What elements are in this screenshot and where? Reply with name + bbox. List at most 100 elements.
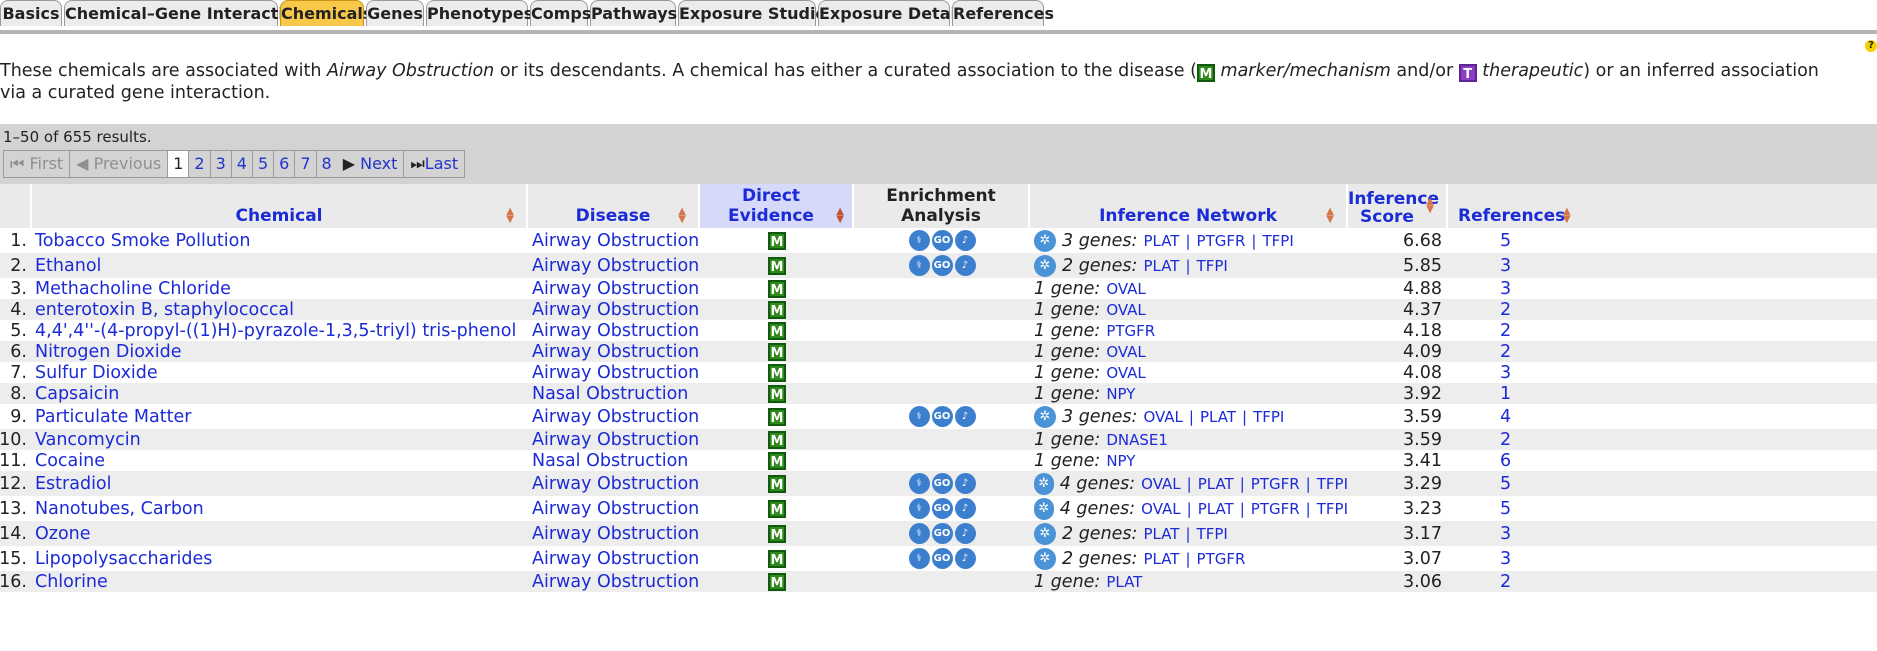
chemical-link[interactable]: Nanotubes, Carbon [35, 496, 525, 521]
page-4-button[interactable]: 4 [232, 151, 253, 177]
reference-count-link[interactable]: 2 [1500, 429, 1520, 450]
disease-link[interactable]: Airway Obstruction [532, 404, 700, 429]
network-icon[interactable]: ✲ [1034, 229, 1056, 252]
page-6-button[interactable]: 6 [274, 151, 296, 177]
gene-link[interactable]: TFPI [1262, 232, 1293, 250]
tab-exposure-studies[interactable]: Exposure Studies [678, 0, 836, 26]
gene-link[interactable]: DNASE1 [1106, 431, 1168, 449]
pathway-icon[interactable]: ♪ [954, 230, 976, 251]
pathway-icon[interactable]: ♪ [954, 498, 976, 519]
last-page-button[interactable]: ⏭Last [404, 151, 464, 177]
tab-chemicals[interactable]: Chemicals [280, 0, 372, 26]
inference-score-column-header[interactable]: Inference Score ▲ ▼ [1348, 184, 1448, 228]
gene-link[interactable]: PLAT [1143, 232, 1179, 250]
gene-link[interactable]: NPY [1106, 385, 1135, 403]
go-icon[interactable]: GO [931, 523, 953, 544]
references-column-header[interactable]: References ▲ ▼ [1448, 184, 1877, 228]
reference-count-link[interactable]: 2 [1500, 571, 1520, 592]
gene-link[interactable]: OVAL [1141, 475, 1180, 493]
chemical-link[interactable]: Cocaine [35, 450, 525, 471]
gene-link[interactable]: PTGFR [1251, 500, 1300, 518]
gene-link[interactable]: TFPI [1197, 525, 1228, 543]
reference-count-link[interactable]: 5 [1500, 496, 1520, 521]
chemical-link[interactable]: Particulate Matter [35, 404, 525, 429]
tab-phenotypes[interactable]: Phenotypes [426, 0, 533, 26]
reference-count-link[interactable]: 6 [1500, 450, 1520, 471]
reference-count-link[interactable]: 3 [1500, 362, 1520, 383]
gene-link[interactable]: TFPI [1197, 257, 1228, 275]
reference-count-link[interactable]: 3 [1500, 253, 1520, 278]
gene-link[interactable]: PLAT [1143, 525, 1179, 543]
tab-references[interactable]: References [952, 0, 1054, 26]
gene-link[interactable]: PTGFR [1251, 475, 1300, 493]
anatomy-icon[interactable]: ⚕ [908, 548, 930, 569]
chemical-link[interactable]: Estradiol [35, 471, 525, 496]
disease-link[interactable]: Airway Obstruction [532, 429, 700, 450]
gene-link[interactable]: TFPI [1317, 475, 1348, 493]
reference-count-link[interactable]: 3 [1500, 278, 1520, 299]
next-page-button[interactable]: ▶ Next [337, 151, 405, 177]
chemical-link[interactable]: Tobacco Smoke Pollution [35, 228, 525, 253]
reference-count-link[interactable]: 3 [1500, 521, 1520, 546]
network-icon[interactable]: ✲ [1034, 497, 1054, 520]
anatomy-icon[interactable]: ⚕ [908, 523, 930, 544]
disease-link[interactable]: Airway Obstruction [532, 521, 700, 546]
gene-link[interactable]: OVAL [1143, 408, 1182, 426]
reference-count-link[interactable]: 2 [1500, 299, 1520, 320]
help-icon[interactable]: ? [1865, 40, 1877, 52]
network-icon[interactable]: ✲ [1034, 547, 1056, 570]
tab-comps[interactable]: Comps [530, 0, 591, 26]
disease-link[interactable]: Airway Obstruction [532, 299, 700, 320]
network-icon[interactable]: ✲ [1034, 472, 1054, 495]
reference-count-link[interactable]: 2 [1500, 320, 1520, 341]
chemical-link[interactable]: Sulfur Dioxide [35, 362, 525, 383]
gene-link[interactable]: OVAL [1106, 364, 1145, 382]
gene-link[interactable]: NPY [1106, 452, 1135, 470]
gene-link[interactable]: PLAT [1106, 573, 1142, 591]
chemical-link[interactable]: Lipopolysaccharides [35, 546, 525, 571]
go-icon[interactable]: GO [931, 255, 953, 276]
first-page-button[interactable]: ⏮ First [4, 151, 71, 177]
gene-link[interactable]: PTGFR [1197, 232, 1246, 250]
reference-count-link[interactable]: 2 [1500, 341, 1520, 362]
gene-link[interactable]: PLAT [1143, 550, 1179, 568]
chemical-link[interactable]: enterotoxin B, staphylococcal [35, 299, 525, 320]
page-7-button[interactable]: 7 [295, 151, 317, 177]
direct-evidence-column-header[interactable]: Direct Evidence ▲ ▼ [700, 184, 854, 228]
network-icon[interactable]: ✲ [1034, 405, 1056, 428]
disease-link[interactable]: Airway Obstruction [532, 471, 700, 496]
go-icon[interactable]: GO [931, 548, 953, 569]
chemical-link[interactable]: Ethanol [35, 253, 525, 278]
previous-page-button[interactable]: ◀ Previous [70, 151, 169, 177]
disease-link[interactable]: Airway Obstruction [532, 571, 700, 592]
chemical-column-header[interactable]: Chemical ▲ ▼ [32, 184, 528, 228]
gene-link[interactable]: PLAT [1200, 408, 1236, 426]
disease-link[interactable]: Airway Obstruction [532, 278, 700, 299]
anatomy-icon[interactable]: ⚕ [908, 230, 930, 251]
disease-column-header[interactable]: Disease ▲ ▼ [528, 184, 700, 228]
pathway-icon[interactable]: ♪ [954, 255, 976, 276]
disease-link[interactable]: Airway Obstruction [532, 228, 700, 253]
gene-link[interactable]: PLAT [1198, 500, 1234, 518]
disease-link[interactable]: Airway Obstruction [532, 341, 700, 362]
chemical-link[interactable]: Capsaicin [35, 383, 525, 404]
pathway-icon[interactable]: ♪ [954, 473, 976, 494]
gene-link[interactable]: OVAL [1106, 280, 1145, 298]
pathway-icon[interactable]: ♪ [954, 548, 976, 569]
gene-link[interactable]: OVAL [1106, 343, 1145, 361]
inference-network-column-header[interactable]: Inference Network ▲ ▼ [1030, 184, 1348, 228]
chemical-link[interactable]: Ozone [35, 521, 525, 546]
gene-link[interactable]: PTGFR [1106, 322, 1155, 340]
gene-link[interactable]: OVAL [1106, 301, 1145, 319]
anatomy-icon[interactable]: ⚕ [908, 498, 930, 519]
network-icon[interactable]: ✲ [1034, 522, 1056, 545]
chemical-link[interactable]: Nitrogen Dioxide [35, 341, 525, 362]
gene-link[interactable]: TFPI [1317, 500, 1348, 518]
go-icon[interactable]: GO [931, 498, 953, 519]
gene-link[interactable]: TFPI [1253, 408, 1284, 426]
page-2-button[interactable]: 2 [189, 151, 211, 177]
reference-count-link[interactable]: 1 [1500, 383, 1520, 404]
disease-link[interactable]: Airway Obstruction [532, 253, 700, 278]
reference-count-link[interactable]: 5 [1500, 228, 1520, 253]
page-8-button[interactable]: 8 [317, 151, 337, 177]
